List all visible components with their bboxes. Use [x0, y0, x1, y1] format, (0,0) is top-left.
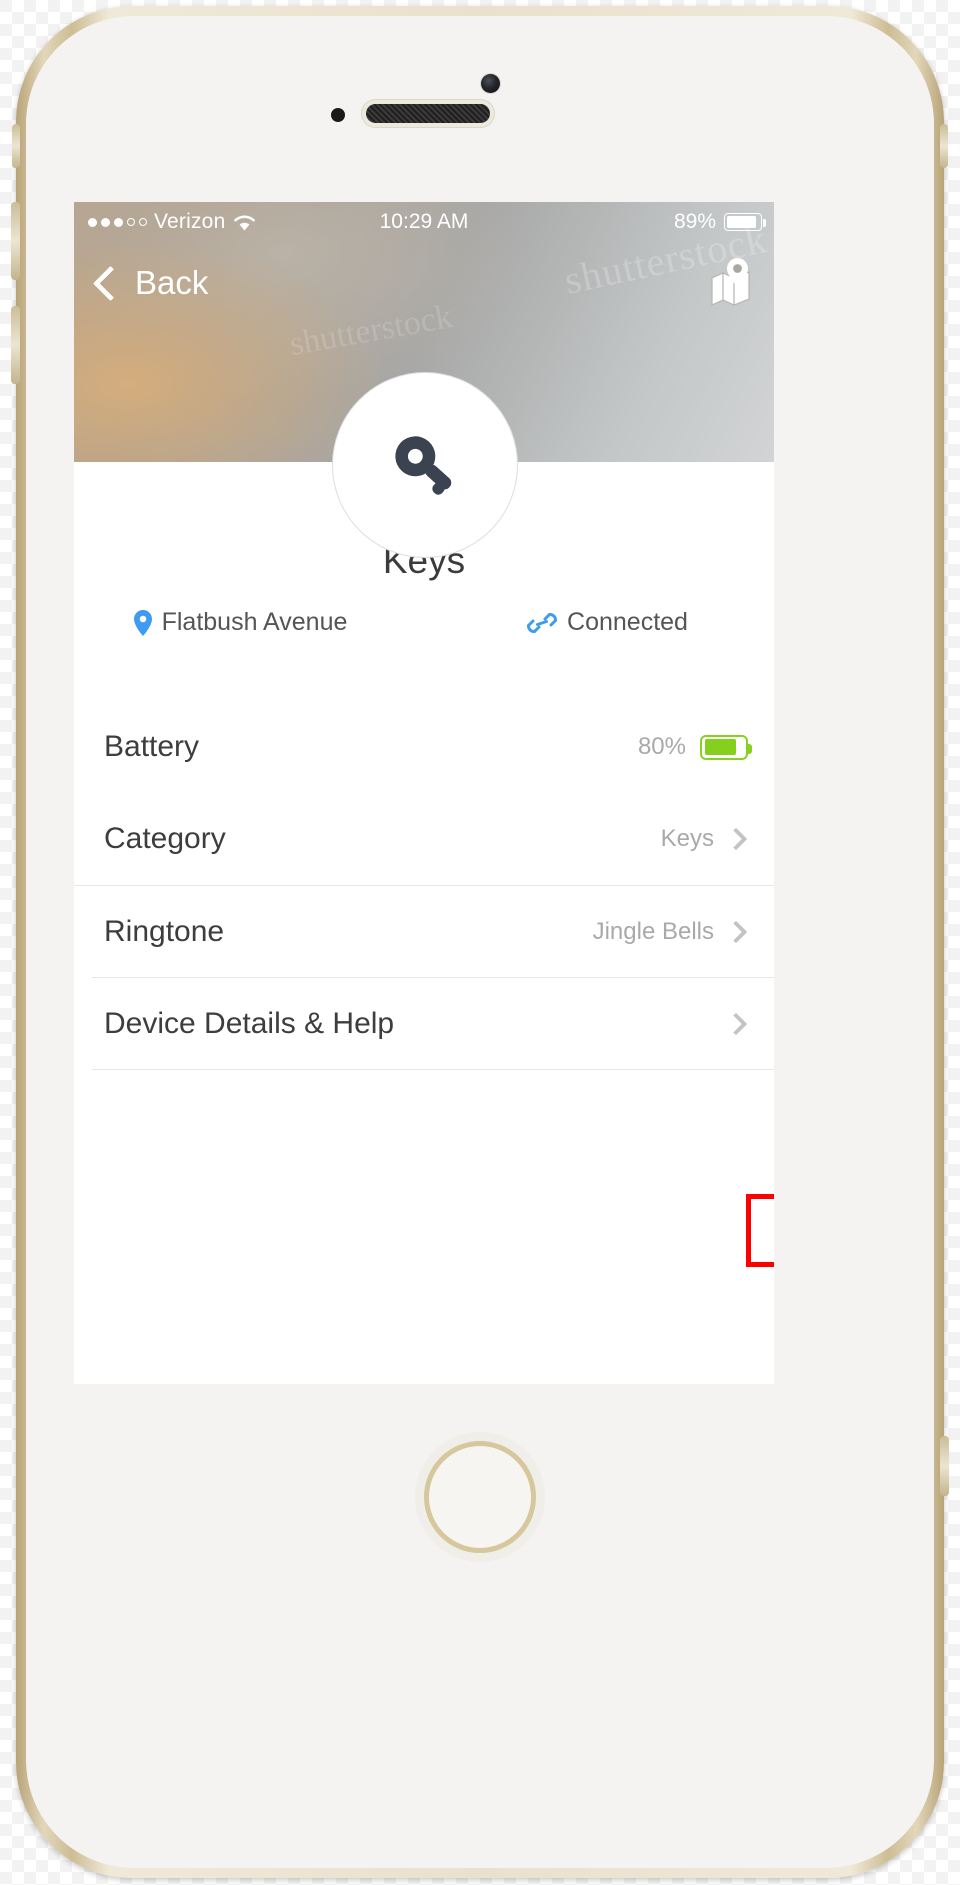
chevron-right-icon: [724, 920, 748, 944]
device-location-label: Flatbush Avenue: [161, 608, 348, 636]
row-battery-label: Battery: [104, 730, 200, 763]
sim-tray: [940, 1436, 949, 1496]
home-button[interactable]: [424, 1441, 536, 1553]
clock-label: 10:29 AM: [379, 210, 469, 233]
back-button-label: Back: [135, 264, 209, 301]
chevron-right-icon: [724, 1012, 748, 1036]
device-detail-body: Keys Flatbush Avenue Connected Battery 8…: [74, 540, 774, 1267]
row-device-details[interactable]: Device Details & Help: [74, 978, 774, 1070]
proximity-sensor-icon: [331, 108, 345, 122]
device-meta-row: Flatbush Avenue Connected: [74, 608, 774, 637]
device-connection: Connected: [441, 608, 774, 637]
annotation-highlight-box: [746, 1194, 774, 1267]
mute-switch[interactable]: [12, 124, 20, 168]
status-battery-icon: [724, 213, 766, 231]
status-bar-right: 89%: [673, 202, 766, 242]
earpiece-speaker: [366, 104, 490, 123]
back-button[interactable]: Back: [92, 252, 209, 314]
status-bar-center: 10:29 AM: [74, 202, 774, 242]
phone-screen: shutterstock shutterstock Verizon 10:29 …: [74, 202, 774, 1384]
row-ringtone-value: Jingle Bells: [592, 918, 714, 945]
location-pin-icon: [133, 609, 152, 636]
phone-body: shutterstock shutterstock Verizon 10:29 …: [26, 16, 934, 1868]
volume-down-button[interactable]: [11, 306, 20, 384]
status-bar: Verizon 10:29 AM 89%: [74, 202, 774, 242]
status-battery-percent: 89%: [673, 210, 716, 233]
navigation-bar: Back: [74, 252, 774, 314]
battery-value: 80%: [637, 733, 686, 760]
device-connection-label: Connected: [567, 608, 688, 636]
row-ringtone[interactable]: Ringtone Jingle Bells: [74, 885, 774, 978]
battery-icon: [700, 734, 752, 760]
row-category[interactable]: Category Keys: [74, 793, 774, 885]
front-camera-icon: [481, 74, 500, 93]
device-location: Flatbush Avenue: [74, 608, 441, 637]
row-category-value: Keys: [660, 825, 714, 852]
row-category-label: Category: [104, 822, 226, 855]
row-device-details-label: Device Details & Help: [104, 1007, 395, 1040]
link-icon: [527, 611, 558, 635]
row-ringtone-label: Ringtone: [104, 915, 225, 948]
volume-up-button[interactable]: [11, 202, 20, 280]
key-icon: [382, 422, 468, 508]
chevron-right-icon: [724, 827, 748, 851]
settings-list: Battery 80% Category Keys Ringtone Jingl…: [74, 701, 774, 1070]
map-pin-icon[interactable]: [704, 256, 758, 310]
chevron-left-icon: [92, 265, 129, 301]
device-avatar: [332, 372, 518, 558]
power-button[interactable]: [940, 124, 948, 168]
phone-frame: shutterstock shutterstock Verizon 10:29 …: [11, 6, 949, 1878]
battery-indicator: 80%: [637, 733, 752, 761]
row-battery: Battery 80%: [74, 701, 774, 793]
